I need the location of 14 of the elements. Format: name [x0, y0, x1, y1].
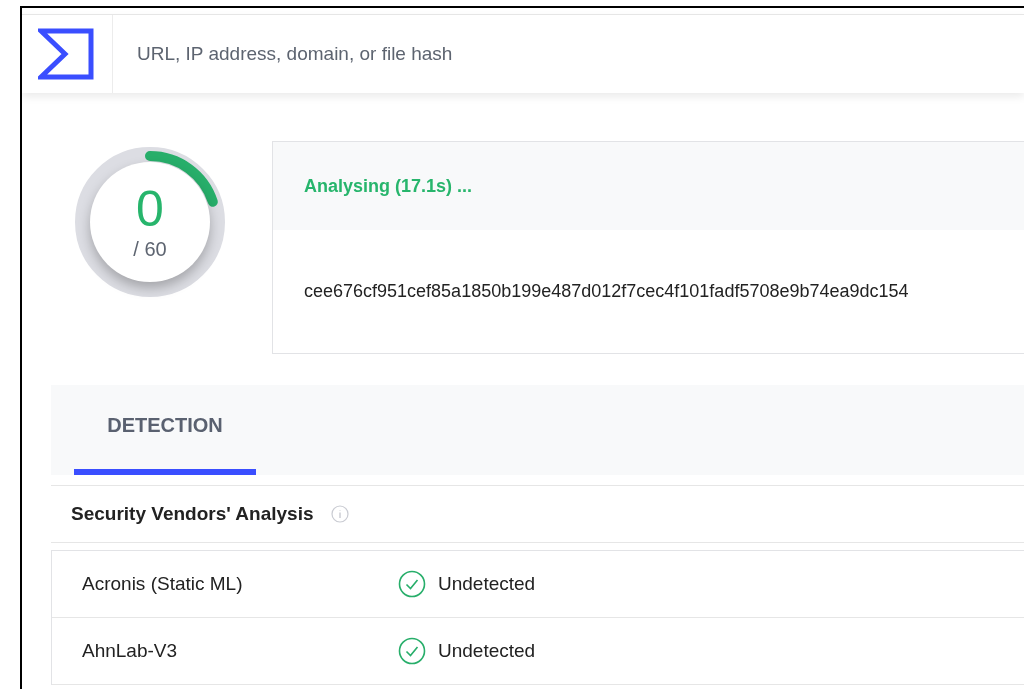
section-title: Security Vendors' Analysis	[71, 503, 314, 525]
engine-total: / 60	[133, 237, 167, 261]
vendor-result: Undetected	[438, 573, 536, 595]
check-circle-icon	[398, 637, 426, 665]
search-field[interactable]: URL, IP address, domain, or file hash	[113, 15, 1024, 93]
check-circle-icon	[398, 570, 426, 598]
vendor-result: Undetected	[438, 640, 536, 662]
vendor-name: AhnLab-V3	[82, 640, 179, 662]
detection-tab[interactable]: DETECTION	[74, 385, 256, 475]
detection-count: 0	[136, 183, 164, 234]
sigma-logo-icon[interactable]	[38, 28, 94, 80]
file-hash: cee676cf951cef85a1850b199e487d012f7cec4f101fadf5708e9b74ea9dc154	[304, 281, 909, 302]
vendor-name: Acronis (Static ML)	[82, 573, 244, 595]
analysis-status: Analysing (17.1s) ...	[304, 175, 473, 197]
